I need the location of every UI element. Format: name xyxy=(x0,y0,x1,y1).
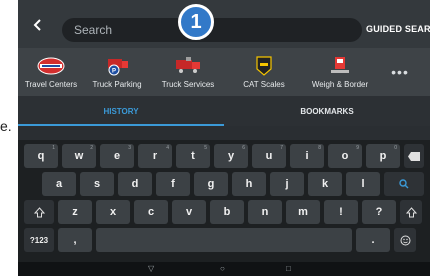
category-cat-scales[interactable]: CAT Scales xyxy=(226,48,302,96)
tab-bookmarks[interactable]: BOOKMARKS xyxy=(224,96,430,126)
key-c[interactable]: c xyxy=(134,200,168,224)
emoji-icon xyxy=(400,235,410,245)
on-screen-keyboard: q1 w2 e3 r4 t5 y6 u7 i8 o9 p0 a s d f g … xyxy=(18,140,430,262)
more-categories-button[interactable]: ••• xyxy=(378,48,422,96)
back-arrow-icon xyxy=(33,19,41,31)
shift-arrow-icon xyxy=(33,206,45,217)
cat-scales-icon xyxy=(256,55,272,76)
backspace-key[interactable] xyxy=(404,144,424,168)
step-number-badge: 1 xyxy=(178,4,214,40)
category-weigh-border[interactable]: Weigh & Border xyxy=(302,48,378,96)
tab-history[interactable]: HISTORY xyxy=(18,96,224,126)
category-label: Weigh & Border xyxy=(311,79,369,89)
key-a[interactable]: a xyxy=(42,172,76,196)
key-exclamation[interactable]: ! xyxy=(324,200,358,224)
key-o[interactable]: o9 xyxy=(328,144,362,168)
backspace-icon xyxy=(408,151,420,161)
category-label: Truck Parking xyxy=(92,79,142,89)
key-j[interactable]: j xyxy=(270,172,304,196)
key-w[interactable]: w2 xyxy=(62,144,96,168)
search-key[interactable] xyxy=(384,172,424,196)
more-icon: ••• xyxy=(391,64,409,80)
device-screen: GUIDED SEARCH 1 Travel Centers P Truck P… xyxy=(18,0,430,276)
key-y[interactable]: y6 xyxy=(214,144,248,168)
key-v[interactable]: v xyxy=(172,200,206,224)
tab-bar: HISTORY BOOKMARKS xyxy=(18,96,430,126)
key-e[interactable]: e3 xyxy=(100,144,134,168)
key-question[interactable]: ? xyxy=(362,200,396,224)
shift-arrow-icon xyxy=(405,206,417,217)
space-bar[interactable] xyxy=(96,228,352,252)
key-p[interactable]: p0 xyxy=(366,144,400,168)
category-row: Travel Centers P Truck Parking Truck Ser… xyxy=(18,48,430,96)
key-comma[interactable]: , xyxy=(58,228,92,252)
weigh-border-icon xyxy=(331,56,349,73)
search-bar: GUIDED SEARCH 1 xyxy=(18,0,430,48)
keyboard-row-4: ?123 , . xyxy=(24,228,420,252)
key-q[interactable]: q1 xyxy=(24,144,58,168)
symbols-mode-key[interactable]: ?123 xyxy=(24,228,54,252)
key-l[interactable]: l xyxy=(346,172,380,196)
shift-key[interactable] xyxy=(24,200,54,224)
emoji-key[interactable] xyxy=(394,228,416,252)
nav-home-icon[interactable]: ○ xyxy=(220,264,225,273)
stray-text: e. xyxy=(0,118,12,134)
nav-back-icon[interactable]: ▽ xyxy=(148,264,154,273)
key-d[interactable]: d xyxy=(118,172,152,196)
search-icon xyxy=(399,179,409,189)
key-t[interactable]: t5 xyxy=(176,144,210,168)
key-k[interactable]: k xyxy=(308,172,342,196)
category-truck-services[interactable]: Truck Services xyxy=(150,48,226,96)
category-truck-parking[interactable]: P Truck Parking xyxy=(84,48,150,96)
back-button[interactable] xyxy=(24,12,52,38)
key-i[interactable]: i8 xyxy=(290,144,324,168)
key-z[interactable]: z xyxy=(58,200,92,224)
key-s[interactable]: s xyxy=(80,172,114,196)
key-f[interactable]: f xyxy=(156,172,190,196)
keyboard-row-3: z x c v b n m ! ? xyxy=(24,200,426,224)
key-m[interactable]: m xyxy=(286,200,320,224)
category-travel-centers[interactable]: Travel Centers xyxy=(18,48,84,96)
category-label: Truck Services xyxy=(161,79,215,89)
key-r[interactable]: r4 xyxy=(138,144,172,168)
key-h[interactable]: h xyxy=(232,172,266,196)
guided-search-button[interactable]: GUIDED SEARCH xyxy=(366,24,430,34)
category-label: CAT Scales xyxy=(243,79,285,89)
system-nav-bar: ▽ ○ □ xyxy=(18,262,430,276)
svg-text:P: P xyxy=(112,68,116,74)
history-list xyxy=(18,126,430,140)
travel-centers-logo-icon xyxy=(37,57,65,74)
key-n[interactable]: n xyxy=(248,200,282,224)
key-x[interactable]: x xyxy=(96,200,130,224)
key-period[interactable]: . xyxy=(356,228,390,252)
shift-key-right[interactable] xyxy=(400,200,422,224)
keyboard-row-2: a s d f g h j k l xyxy=(42,172,428,196)
truck-services-icon xyxy=(176,56,200,73)
key-u[interactable]: u7 xyxy=(252,144,286,168)
key-g[interactable]: g xyxy=(194,172,228,196)
key-b[interactable]: b xyxy=(210,200,244,224)
nav-recents-icon[interactable]: □ xyxy=(286,264,291,273)
keyboard-row-1: q1 w2 e3 r4 t5 y6 u7 i8 o9 p0 xyxy=(24,144,428,168)
category-label: Travel Centers xyxy=(24,79,78,89)
truck-parking-icon: P xyxy=(108,58,128,75)
